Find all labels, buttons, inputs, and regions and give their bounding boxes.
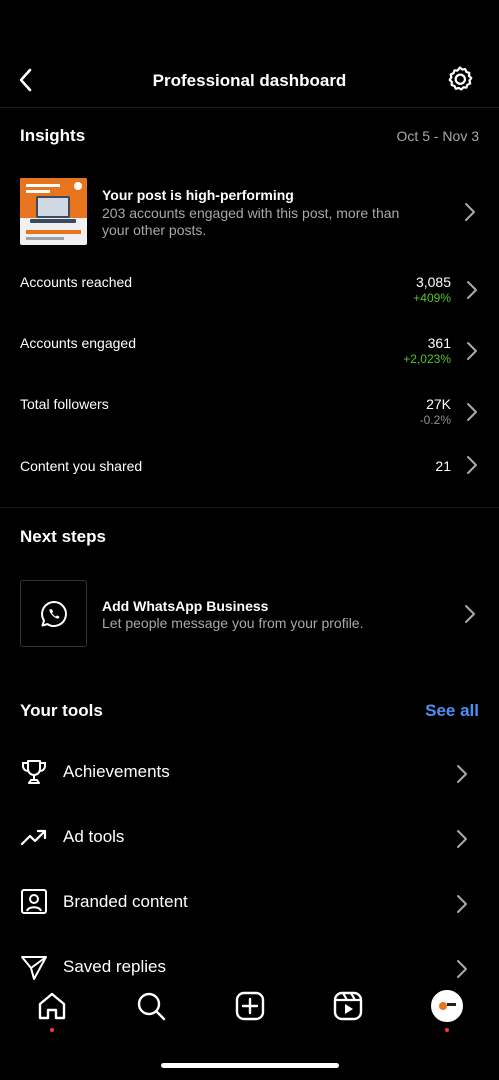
metric-value: 27K <box>426 396 451 412</box>
metric-value: 21 <box>435 458 451 474</box>
post-highlight-description-line2: your other posts. <box>102 222 207 238</box>
next-steps-header: Next steps <box>20 527 106 547</box>
metric-label: Total followers <box>20 396 109 412</box>
chevron-right-icon <box>457 765 467 783</box>
send-icon <box>18 951 50 983</box>
tool-label: Achievements <box>63 762 170 781</box>
person-badge-icon <box>18 886 50 918</box>
section-divider <box>0 507 499 508</box>
metric-value: 3,085 <box>415 274 451 290</box>
metric-label: Accounts engaged <box>20 335 136 351</box>
home-indicator[interactable] <box>161 1063 339 1068</box>
metric-label: Accounts reached <box>20 274 133 290</box>
whatsapp-icon-box <box>20 580 87 647</box>
metric-label: Content you shared <box>20 458 143 474</box>
tool-item-saved-replies[interactable]: Saved replies <box>18 945 479 985</box>
tool-label: Ad tools <box>63 827 125 846</box>
tab-search[interactable] <box>134 990 168 1030</box>
next-steps-title: Next steps <box>20 527 106 546</box>
insights-header: Insights Oct 5 - Nov 3 <box>20 126 479 148</box>
reels-icon <box>333 991 363 1021</box>
tool-label: Saved replies <box>63 957 167 976</box>
create-icon <box>235 991 265 1021</box>
post-highlight-description-line1: 203 accounts engaged with this post, mor… <box>102 205 400 221</box>
metric-change: +2,023% <box>403 352 451 366</box>
search-icon <box>137 992 166 1021</box>
date-range[interactable]: Oct 5 - Nov 3 <box>397 128 479 144</box>
home-icon <box>38 992 66 1020</box>
whatsapp-description: Let people message you from your profile… <box>102 615 364 631</box>
tab-reels[interactable] <box>331 990 365 1030</box>
whatsapp-title: Add WhatsApp Business <box>102 598 269 614</box>
high-performing-post-card[interactable]: Your post is high-performing 203 account… <box>20 178 479 246</box>
chevron-right-icon <box>457 830 467 848</box>
metric-change: -0.2% <box>419 413 451 427</box>
page-title: Professional dashboard <box>152 71 347 90</box>
notification-dot <box>50 1028 54 1032</box>
tab-profile[interactable] <box>430 990 464 1032</box>
tool-item-ad-tools[interactable]: Ad tools <box>18 815 479 855</box>
see-all-link[interactable]: See all <box>425 701 479 721</box>
chevron-right-icon <box>467 403 477 421</box>
metric-row-total-followers[interactable]: Total followers 27K -0.2% <box>20 396 479 436</box>
metric-row-content-shared[interactable]: Content you shared 21 <box>20 456 479 498</box>
chevron-right-icon <box>457 895 467 913</box>
metric-value: 361 <box>427 335 451 351</box>
gear-icon <box>448 66 473 91</box>
profile-avatar <box>431 990 463 1022</box>
chevron-right-icon <box>467 342 477 360</box>
post-highlight-title: Your post is high-performing <box>102 187 294 203</box>
trophy-icon <box>18 756 50 788</box>
bottom-tab-bar <box>0 990 499 1032</box>
post-highlight-description: 203 accounts engaged with this post, mor… <box>102 205 442 239</box>
tab-create[interactable] <box>233 990 267 1030</box>
metric-row-accounts-reached[interactable]: Accounts reached 3,085 +409% <box>20 274 479 314</box>
tools-header: Your tools See all <box>20 701 479 723</box>
whatsapp-business-card[interactable]: Add WhatsApp Business Let people message… <box>20 580 479 648</box>
tab-home[interactable] <box>35 990 69 1032</box>
whatsapp-icon <box>40 600 67 627</box>
metric-change: +409% <box>413 291 451 305</box>
chevron-right-icon <box>465 605 475 623</box>
insights-title: Insights <box>20 126 86 145</box>
notification-dot <box>445 1028 449 1032</box>
chevron-right-icon <box>457 960 467 978</box>
metric-row-accounts-engaged[interactable]: Accounts engaged 361 +2,023% <box>20 335 479 375</box>
trending-up-icon <box>18 821 50 853</box>
top-bar: Professional dashboard <box>0 50 499 108</box>
tool-item-branded-content[interactable]: Branded content <box>18 880 479 920</box>
chevron-right-icon <box>467 456 477 474</box>
tools-title: Your tools <box>20 701 103 720</box>
tool-item-achievements[interactable]: Achievements <box>18 750 479 790</box>
settings-button[interactable] <box>445 64 475 94</box>
tool-label: Branded content <box>63 892 188 911</box>
chevron-right-icon <box>467 281 477 299</box>
post-thumbnail <box>20 178 87 245</box>
chevron-right-icon <box>465 203 475 221</box>
